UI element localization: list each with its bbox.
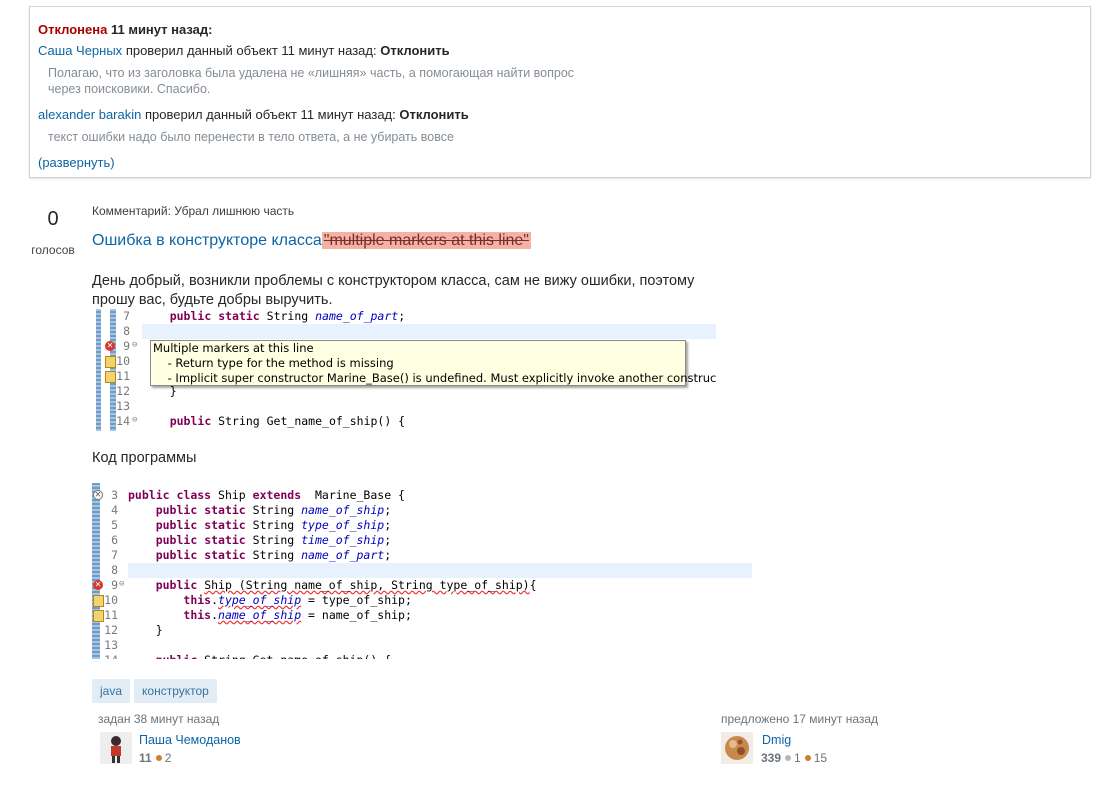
code-text: public static String type_of_ship;: [155, 518, 392, 532]
line-number: 10: [116, 354, 130, 368]
code-text: public static String name_of_part;: [155, 548, 392, 562]
suggested-user-rep: 339 1 15: [761, 751, 827, 765]
line-number: 3: [111, 488, 118, 502]
suggested-signature: предложено 17 минут назад Dmig 339 1 15: [721, 712, 921, 772]
line-number: 13: [104, 638, 118, 652]
line-number: 8: [123, 324, 130, 338]
rep-score: 339: [761, 751, 782, 765]
current-line-highlight: [142, 324, 716, 339]
vote-label: голосов: [31, 243, 75, 257]
silver-count: 1: [794, 751, 801, 765]
code-label: Код программы: [92, 450, 197, 466]
bronze-badge-icon: [804, 755, 811, 762]
line-number: 13: [116, 399, 130, 413]
review-status: Отклонена 11 минут назад:: [38, 22, 213, 37]
line-number: 12: [104, 623, 118, 637]
status-rejected: Отклонена: [38, 22, 108, 37]
line-number: 12: [116, 384, 130, 398]
code-text: public static String name_of_part;: [169, 309, 406, 323]
line-number: 14: [116, 414, 130, 428]
review-verdict-2: Отклонить: [399, 107, 469, 122]
bronze-count: 2: [164, 751, 172, 765]
fold-icon[interactable]: ⊖: [132, 340, 137, 350]
title-removed-text: "multiple markers at this line": [321, 232, 531, 249]
code-text: }: [128, 623, 163, 637]
edit-comment: Комментарий: Убрал лишнюю часть: [92, 204, 295, 218]
line-number: 7: [111, 548, 118, 562]
line-number: 6: [111, 533, 118, 547]
bronze-count: 15: [813, 751, 828, 765]
line-number: 11: [116, 369, 130, 383]
review-action-1: проверил данный объект 11 минут назад:: [125, 43, 377, 58]
line-number: 9: [123, 339, 130, 353]
tag-java[interactable]: java: [92, 679, 131, 703]
tooltip-line: - Implicit super constructor Marine_Base…: [153, 371, 716, 385]
line-number: 10: [104, 593, 118, 607]
code-screenshot-2: ✕ ✕ ⊖ 3 public class Ship extends Marine_…: [92, 483, 752, 659]
code-text: public String Get_name_of_ship() {: [128, 653, 391, 659]
suggested-user-link[interactable]: Dmig: [762, 733, 791, 747]
expand-link[interactable]: (развернуть): [38, 155, 115, 170]
line-number: 4: [111, 503, 118, 517]
asked-signature: задан 38 минут назад Паша Чемоданов 11 2: [98, 712, 298, 772]
review-verdict-1: Отклонить: [380, 43, 450, 58]
tooltip-line: - Return type for the method is missing: [153, 356, 394, 370]
asked-user-link[interactable]: Паша Чемоданов: [139, 733, 241, 747]
question-title[interactable]: Ошибка в конструкторе класса "multiple ma…: [92, 232, 531, 250]
code-text: }: [142, 384, 177, 398]
review-comment-1: Полагаю, что из заголовка была удалена н…: [48, 66, 575, 96]
status-time: 11 минут назад:: [110, 22, 213, 37]
line-number: 5: [111, 518, 118, 532]
code-text: public Ship (String name_of_ship, String…: [155, 578, 537, 592]
tooltip-line: Multiple markers at this line: [153, 341, 314, 355]
line-number: 14: [96, 653, 118, 659]
fold-icon[interactable]: ⊖: [132, 415, 137, 425]
review-action-2: проверил данный объект 11 минут назад:: [144, 107, 396, 122]
suggested-time: предложено 17 минут назад: [721, 712, 879, 726]
line-number: 8: [111, 563, 118, 577]
code-text: this.type_of_ship = type_of_ship;: [183, 593, 412, 607]
asked-user-rep: 11 2: [139, 751, 171, 765]
tag-constructor[interactable]: конструктор: [134, 679, 217, 703]
rep-score: 11: [139, 751, 152, 765]
line-number: 9: [111, 578, 118, 592]
error-tooltip: Multiple markers at this line - Return t…: [150, 340, 716, 386]
review-comment-2: текст ошибки надо было перенести в тело …: [48, 130, 454, 144]
bronze-badge-icon: [155, 755, 162, 762]
review-entry-1: Саша Черных проверил данный объект 11 ми…: [38, 43, 450, 58]
line-number: 7: [123, 309, 130, 323]
code-text: public class Ship extends Marine_Base {: [128, 488, 405, 502]
title-kept-text: Ошибка в конструкторе класса: [92, 232, 322, 249]
code-screenshot-1: ✕ ⊖ ⊖ 7 public static String name_of_par…: [96, 309, 716, 431]
line-number: 11: [104, 608, 118, 622]
review-history-box: Отклонена 11 минут назад: Саша Черных пр…: [29, 6, 1091, 178]
question-body: День добрый, возникли проблемы с констру…: [92, 273, 695, 308]
code-gutter: [96, 309, 101, 431]
reviewer-link-1[interactable]: Саша Черных: [38, 43, 122, 58]
review-entry-2: alexander barakin проверил данный объект…: [38, 107, 469, 122]
current-line-highlight: [128, 563, 752, 578]
vote-count: 0: [47, 208, 59, 230]
code-text: this.name_of_ship = name_of_ship;: [183, 608, 412, 622]
tag-list: java конструктор: [92, 679, 221, 703]
user-avatar[interactable]: [721, 732, 753, 764]
fold-icon[interactable]: ⊖: [119, 579, 124, 589]
user-avatar[interactable]: [100, 732, 132, 764]
code-text: public static String name_of_ship;: [155, 503, 392, 517]
code-text: public static String time_of_ship;: [155, 533, 392, 547]
reviewer-link-2[interactable]: alexander barakin: [38, 107, 141, 122]
code-text: public String Get_name_of_ship() {: [169, 414, 406, 428]
asked-time: задан 38 минут назад: [98, 712, 220, 726]
silver-badge-icon: [785, 755, 792, 762]
